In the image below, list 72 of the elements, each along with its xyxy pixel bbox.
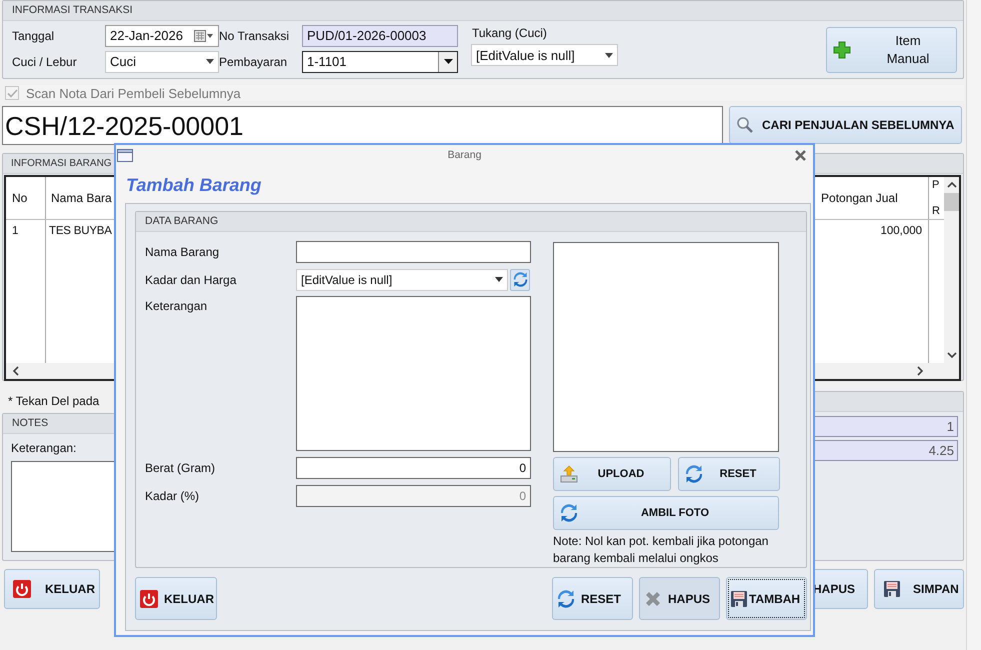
scroll-down-icon [946,351,957,359]
notes-text-area[interactable] [11,461,115,552]
text-field[interactable]: PUD/01-2026-00003 [302,24,458,46]
field-label: Pembayaran [219,54,288,68]
field-label: Nama Barang [145,244,220,258]
caret-icon [206,59,214,64]
table-cell: 100,000 [880,225,922,237]
take-photo-button[interactable]: AMBIL FOTO [553,496,779,530]
dropdown-field[interactable]: [EditValue is null] [296,268,508,290]
panel-header: INFORMASI TRANSAKSI [3,1,964,21]
column-header: No [12,191,28,205]
exit-button[interactable]: KELUAR [135,577,217,620]
reset-photo-button[interactable]: RESET [678,457,780,491]
refresh-button[interactable] [510,268,530,290]
column-header: Potongan Jual [821,191,898,205]
item-manual-button[interactable]: Item Manual [826,27,958,73]
panel-header: DATA BARANG [136,212,806,232]
field-label: Keterangan [145,298,208,313]
refresh-icon [512,272,528,287]
column-header: Nama Bara [51,191,112,205]
dropdown-field[interactable]: 1-1101 [302,50,458,72]
scrollbar-thumb[interactable] [944,193,960,211]
upload-tray-icon [560,465,578,483]
add-button[interactable]: TAMBAH [726,577,807,620]
note-text: Note: Nol kan pot. kembali jika potongan barang kembali melalui ongkos [553,533,770,567]
scroll-left-icon [12,366,20,376]
dropdown-field[interactable]: Cuci [105,50,219,72]
table-cell: 1 [12,225,18,237]
plus-icon [833,41,852,59]
scroll-right-icon [916,366,924,376]
field-label: Tanggal [12,28,56,42]
caret-icon [605,52,613,58]
dropdown-field[interactable]: [EditValue is null] [471,44,618,66]
table-cell: TES BUYBA [49,225,112,237]
search-sales-button[interactable]: CARI PENJUALAN SEBELUMNYA [729,106,962,144]
search-icon [736,116,754,134]
field-label: No Transaksi [219,28,290,42]
save-button[interactable]: SIMPAN [874,569,964,609]
reset-button[interactable]: RESET [552,577,633,620]
column-header: P R [932,178,941,219]
scroll-up-icon [946,181,957,189]
refresh-icon [557,590,575,608]
field-label: Kadar (%) [145,488,200,502]
vertical-scrollbar[interactable] [944,177,960,379]
exit-button[interactable]: KELUAR [4,569,100,609]
invoice-number-field[interactable]: CSH/12-2025-00001 [2,106,723,145]
refresh-icon [560,504,578,522]
number-field[interactable]: 0 [296,456,531,478]
field-label: Tukang (Cuci) [472,26,548,40]
cross-icon [644,590,662,608]
checkbox-label: Scan Nota Dari Pembeli Sebelumnya [26,86,241,100]
text-field[interactable] [296,240,531,262]
window-icon [117,148,133,162]
calendar-icon [194,30,214,42]
upload-button[interactable]: UPLOAD [553,457,671,491]
power-icon [140,590,158,608]
description-text-area[interactable] [296,296,531,451]
power-icon [13,580,31,598]
dropdown-button[interactable] [438,52,457,72]
delete-button[interactable]: HAPUS [639,577,720,620]
caret-icon [444,59,452,64]
hint-text: * Tekan Del pada [8,394,100,410]
field-label: Berat (Gram) [145,460,216,474]
field-label: Keterangan: [11,441,78,455]
refresh-icon [685,465,703,483]
caret-icon [495,277,503,282]
field-label: Cuci / Lebur [12,54,78,68]
dialog-heading: Tambah Barang [126,175,262,196]
date-field[interactable]: 22-Jan-2026 [105,24,219,46]
close-icon[interactable] [795,150,806,160]
number-field: 0 [296,484,531,506]
field-label: Kadar dan Harga [145,272,238,286]
